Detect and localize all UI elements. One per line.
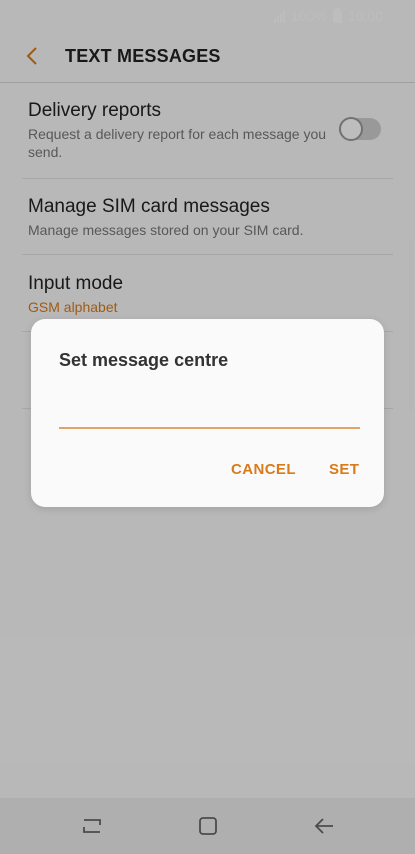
set-message-centre-dialog: Set message centre CANCEL SET [31,319,384,507]
message-centre-input[interactable] [59,395,360,429]
device-frame: 100% 10:00 TEXT MESSAGES Delivery report… [0,0,415,854]
dialog-title: Set message centre [59,350,229,370]
edge-panel-handle[interactable] [409,240,413,410]
cancel-button[interactable]: CANCEL [231,459,296,480]
set-button[interactable]: SET [329,459,359,480]
